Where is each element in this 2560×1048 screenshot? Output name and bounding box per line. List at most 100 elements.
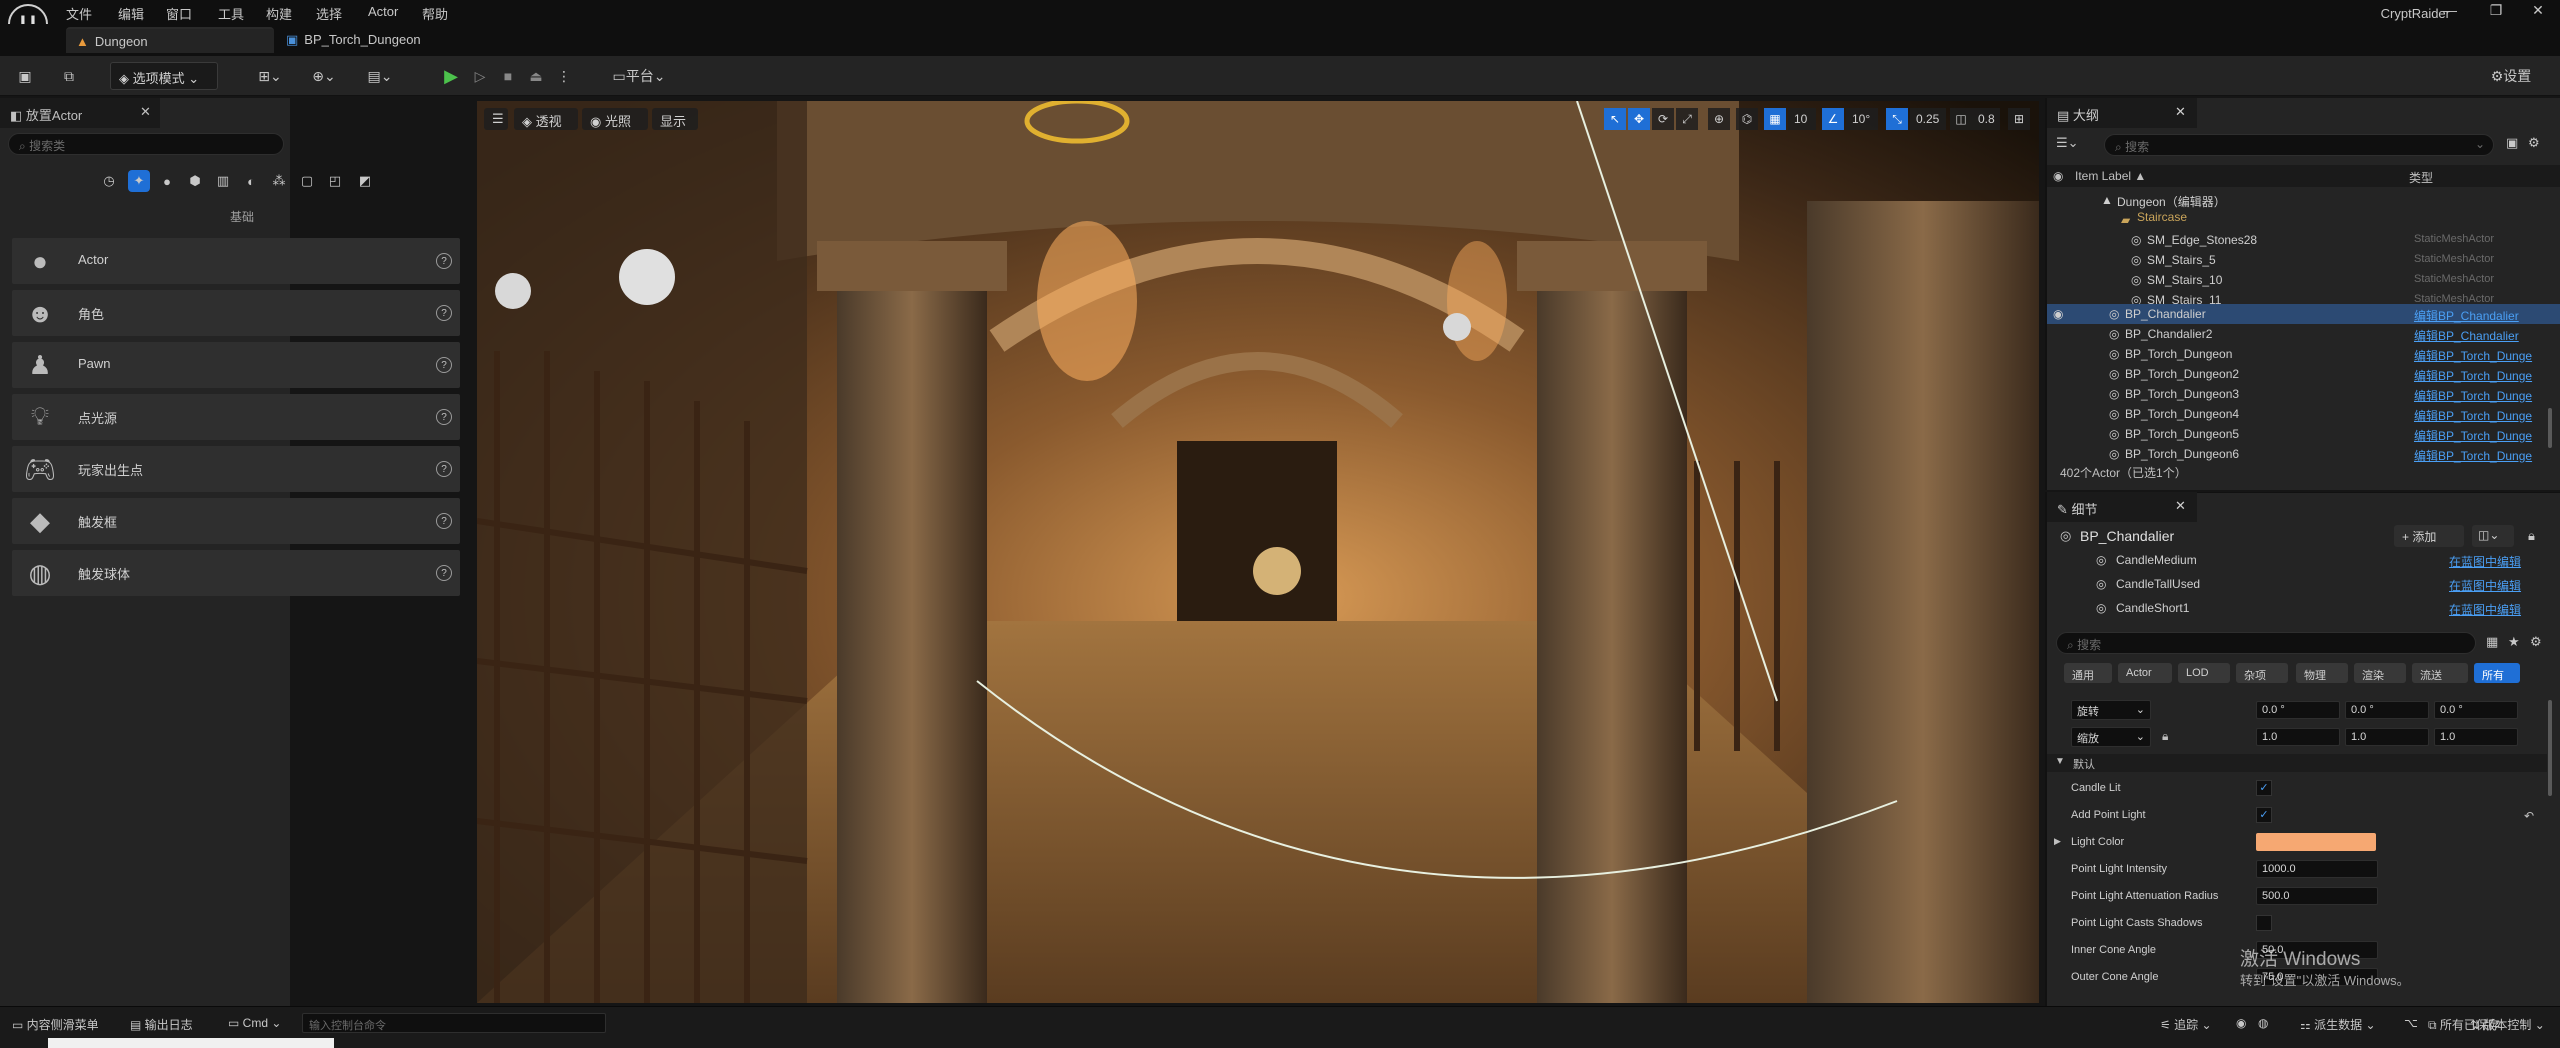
level-viewport[interactable]	[477, 101, 2039, 1003]
menu-actor[interactable]: Actor	[368, 4, 398, 19]
platform-button[interactable]: ▭ 平台 ⌄	[604, 62, 674, 90]
outliner-row-type[interactable]: 编辑BP_Chandalier	[2414, 307, 2519, 324]
category-tab[interactable]: 流送	[2412, 663, 2468, 683]
record-icon[interactable]: ◉	[2236, 1016, 2246, 1030]
add-folder-icon[interactable]: ▣	[2506, 135, 2518, 151]
category-tab[interactable]: 物理	[2296, 663, 2348, 683]
geometry-icon[interactable]: ⁂	[268, 170, 290, 192]
outliner-row[interactable]: ◎ BP_Torch_Dungeon3 编辑BP_Torch_Dunge	[2047, 384, 2560, 404]
property-value-input[interactable]: 500.0	[2256, 887, 2378, 905]
help-icon[interactable]: ?	[436, 253, 452, 269]
property-checkbox[interactable]	[2256, 915, 2272, 931]
outliner-row[interactable]: ◎ SM_Stairs_5 StaticMeshActor	[2047, 250, 2560, 270]
category-tab[interactable]: Actor	[2118, 663, 2172, 683]
gear-icon[interactable]: ⚙	[2528, 135, 2540, 151]
menu-file[interactable]: 文件	[66, 4, 92, 23]
lock-scale-icon[interactable]: 🔒︎	[2162, 729, 2168, 744]
outliner-row[interactable]: ▰ Staircase	[2047, 210, 2560, 227]
minimize-icon[interactable]: —	[2430, 2, 2470, 22]
source-control-button[interactable]: ⇅ 版本控制 ⌄	[2470, 1016, 2545, 1033]
play-options-icon[interactable]: ⋮	[556, 62, 572, 90]
outliner-tab[interactable]: ▤ 大纲 ✕	[2047, 98, 2197, 128]
outliner-row-type[interactable]: 编辑BP_Torch_Dunge	[2414, 387, 2532, 404]
visibility-icon[interactable]: ◉	[2053, 307, 2063, 321]
cinematics-icon[interactable]: ▤⌄	[360, 62, 400, 90]
lighting-button[interactable]: ◉ 光照	[582, 108, 648, 130]
close-tab-icon[interactable]: ✕	[2175, 104, 2186, 120]
add-content-icon[interactable]: ⊞⌄	[252, 62, 288, 90]
console-command-input[interactable]: 输入控制台命令	[302, 1013, 606, 1033]
expand-arrow-icon[interactable]: ▶	[2054, 836, 2061, 847]
component-label[interactable]: CandleShort1	[2116, 601, 2189, 615]
component-label[interactable]: CandleMedium	[2116, 553, 2197, 567]
scale-z[interactable]: 1.0	[2434, 728, 2518, 746]
rotation-snap-value[interactable]: 10°	[1846, 108, 1878, 130]
outliner-row[interactable]: ◎ BP_Chandalier2 编辑BP_Chandalier	[2047, 324, 2560, 344]
help-icon[interactable]: ?	[436, 409, 452, 425]
outliner-row-type[interactable]: 编辑BP_Torch_Dunge	[2414, 407, 2532, 424]
rotation-mode-select[interactable]: 旋转 ⌄	[2071, 700, 2151, 720]
add-component-button[interactable]: + 添加	[2394, 525, 2464, 547]
favorite-star-icon[interactable]: ★	[2508, 634, 2520, 650]
scale-mode-select[interactable]: 缩放 ⌄	[2071, 727, 2151, 747]
scale-snap-icon[interactable]: ⤡	[1886, 108, 1908, 130]
scale-y[interactable]: 1.0	[2345, 728, 2429, 746]
perspective-button[interactable]: ◈ 透视	[514, 108, 578, 130]
move-icon[interactable]: ✥	[1628, 108, 1650, 130]
layout-icon[interactable]: ⊞	[2008, 108, 2030, 130]
help-icon[interactable]: ?	[436, 357, 452, 373]
category-tab[interactable]: LOD	[2178, 663, 2230, 683]
menu-window[interactable]: 窗口	[166, 4, 192, 23]
details-search-input[interactable]: ⌕ 搜索	[2056, 632, 2476, 654]
visual-effects-icon[interactable]: ◐	[240, 170, 262, 192]
close-icon[interactable]: ✕	[2518, 2, 2558, 22]
actor-search-input[interactable]: ⌕ 搜索类	[8, 133, 284, 155]
derived-data-button[interactable]: ⚏ 派生数据 ⌄	[2300, 1016, 2376, 1033]
gear-icon[interactable]: ⚙	[2530, 634, 2542, 650]
category-tab[interactable]: 杂项	[2236, 663, 2288, 683]
camera-speed-value[interactable]: 0.8	[1972, 108, 2000, 130]
col-item-label[interactable]: Item Label ▲	[2075, 169, 2146, 183]
cmd-selector[interactable]: ▭ Cmd ⌄	[228, 1016, 281, 1030]
filter-icon[interactable]: ☰⌄	[2056, 135, 2079, 151]
hamburger-menu-icon[interactable]: ☰	[484, 108, 508, 130]
eject-icon[interactable]: ⏏	[526, 62, 546, 90]
cinematic-icon[interactable]: ▥	[212, 170, 234, 192]
volumes-icon[interactable]: ▢	[296, 170, 318, 192]
menu-help[interactable]: 帮助	[422, 4, 448, 23]
tab-bp-torch[interactable]: ▣ BP_Torch_Dungeon	[276, 27, 476, 53]
place-actors-tab[interactable]: ◧ 放置Actor ✕	[0, 98, 160, 128]
select-icon[interactable]: ↖	[1604, 108, 1626, 130]
outliner-row-type[interactable]: 编辑BP_Chandalier	[2414, 327, 2519, 344]
grid-snap-value[interactable]: 10	[1788, 108, 1816, 130]
property-checkbox[interactable]: ✓	[2256, 807, 2272, 823]
outliner-row-type[interactable]: 编辑BP_Torch_Dunge	[2414, 367, 2532, 384]
outliner-row[interactable]: ◎ BP_Torch_Dungeon5 编辑BP_Torch_Dunge	[2047, 424, 2560, 444]
outliner-scrollbar[interactable]	[2548, 408, 2552, 448]
world-space-icon[interactable]: ⊕	[1708, 108, 1730, 130]
visibility-icon[interactable]: ◉	[2053, 169, 2063, 183]
camera-speed-icon[interactable]: ◫	[1950, 108, 1972, 130]
outliner-row-type[interactable]: 编辑BP_Torch_Dunge	[2414, 347, 2532, 364]
outliner-row-type[interactable]: 编辑BP_Torch_Dunge	[2414, 427, 2532, 444]
save-icon[interactable]: ▣	[14, 62, 36, 90]
details-scrollbar[interactable]	[2548, 700, 2552, 796]
outliner-row[interactable]: ◉ ◎ BP_Chandalier 编辑BP_Chandalier	[2047, 304, 2560, 324]
component-label[interactable]: CandleTallUsed	[2116, 577, 2200, 591]
outliner-row[interactable]: ▲ Dungeon（编辑器）	[2047, 190, 2560, 210]
show-button[interactable]: 显示	[652, 108, 698, 130]
blueprint-options-icon[interactable]: ◫⌄	[2472, 525, 2514, 547]
all-classes-icon[interactable]: ◰	[324, 170, 346, 192]
content-drawer-button[interactable]: ▭ 内容侧滑菜单	[12, 1016, 99, 1033]
rotation-snap-icon[interactable]: ∠	[1822, 108, 1844, 130]
rotate-icon[interactable]: ⟳	[1652, 108, 1674, 130]
col-type[interactable]: 类型	[2409, 169, 2433, 186]
rotation-x[interactable]: 0.0 °	[2256, 701, 2340, 719]
mode-selector[interactable]: ◈ 选项模式 ⌄	[110, 62, 218, 90]
close-tab-icon[interactable]: ✕	[140, 104, 151, 120]
surface-snap-icon[interactable]: ⌬	[1736, 108, 1758, 130]
stop-icon[interactable]: ■	[498, 62, 518, 90]
outliner-row[interactable]: ◎ BP_Torch_Dungeon4 编辑BP_Torch_Dunge	[2047, 404, 2560, 424]
more-icon[interactable]: ◩	[354, 170, 376, 192]
category-tab[interactable]: 所有	[2474, 663, 2520, 683]
